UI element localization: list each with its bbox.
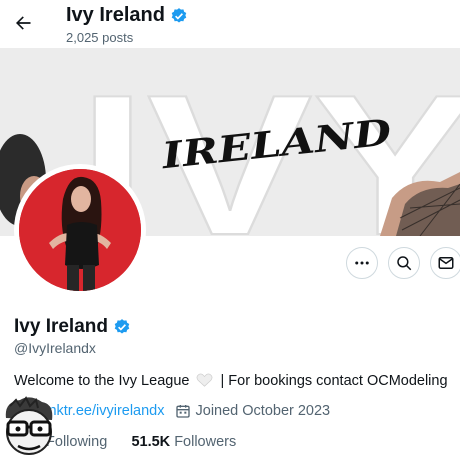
message-button[interactable]: [430, 247, 460, 279]
search-profile-button[interactable]: [388, 247, 420, 279]
profile-avatar[interactable]: [14, 164, 146, 296]
cartoon-face-watermark: [5, 396, 53, 455]
verified-badge-icon[interactable]: [113, 318, 131, 336]
joined-text: Joined October 2023: [195, 403, 331, 419]
verified-badge-icon: [171, 7, 187, 23]
post-count: 2,025 posts: [66, 30, 134, 45]
profile-header-bar: Ivy Ireland 2,025 posts: [0, 0, 460, 48]
arrow-left-icon: [16, 16, 31, 30]
profile-bio: Welcome to the Ivy League | For bookings…: [14, 373, 448, 389]
profile-meta: linktr.ee/ivyirelandx Joined October 202…: [14, 403, 330, 419]
bio-text-start: Welcome to the Ivy League: [14, 373, 190, 389]
search-icon: [397, 256, 412, 271]
calendar-icon: [175, 405, 190, 418]
followers-count[interactable]: 51.5K: [131, 434, 170, 450]
more-icon: [355, 261, 369, 265]
bio-text-end: | For bookings contact OCModeling: [220, 373, 448, 389]
header-name: Ivy Ireland: [66, 4, 165, 26]
avatar-photo: [19, 169, 141, 291]
profile-link[interactable]: linktr.ee/ivyirelandx: [42, 403, 165, 419]
profile-display-name: Ivy Ireland: [14, 316, 108, 337]
white-heart-icon: [197, 373, 213, 387]
profile-name: Ivy Ireland: [14, 316, 131, 338]
more-options-button[interactable]: [346, 247, 378, 279]
back-button[interactable]: [10, 10, 36, 36]
profile-handle: @IvyIrelandx: [14, 340, 96, 356]
message-icon: [438, 257, 454, 269]
header-title: Ivy Ireland: [66, 4, 188, 27]
joined-date: Joined October 2023: [175, 403, 331, 419]
avatar-image: [19, 169, 141, 291]
followers-link[interactable]: Followers: [174, 434, 236, 450]
